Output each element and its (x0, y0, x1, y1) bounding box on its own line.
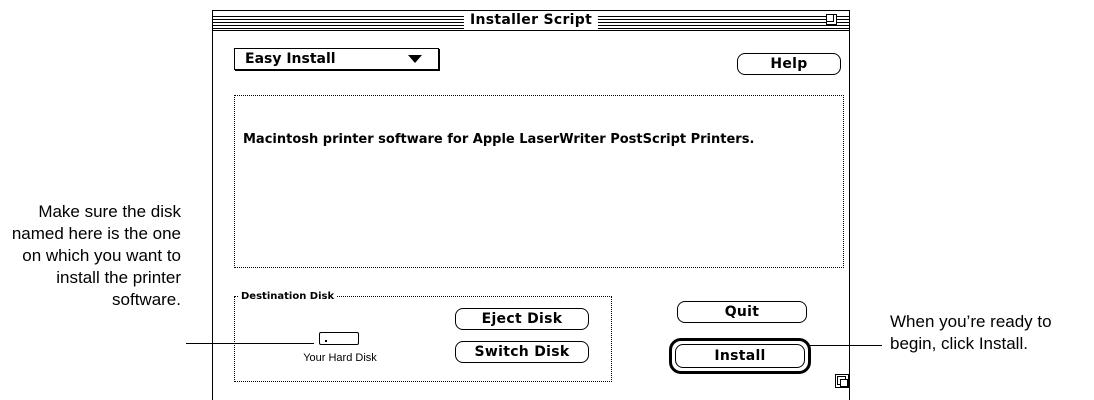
description-text: Macintosh printer software for Apple Las… (243, 132, 755, 147)
grow-box-icon[interactable] (835, 374, 849, 388)
title-bar[interactable]: Installer Script (213, 11, 849, 31)
description-panel: Macintosh printer software for Apple Las… (234, 95, 844, 268)
callout-leader-right (808, 345, 882, 346)
zoom-box-icon[interactable] (826, 14, 837, 25)
popup-selected-value: Easy Install (245, 51, 336, 67)
window-title: Installer Script (463, 12, 599, 29)
install-type-popup[interactable]: Easy Install (234, 48, 439, 70)
help-button[interactable]: Help (737, 53, 841, 75)
installer-window: Installer Script Easy Install Help Macin… (212, 10, 850, 400)
destination-disk-name: Your Hard Disk (303, 352, 377, 364)
install-button[interactable]: Install (675, 344, 805, 368)
quit-button[interactable]: Quit (677, 301, 807, 323)
install-default-ring: Install (669, 338, 811, 374)
eject-disk-button[interactable]: Eject Disk (455, 308, 589, 330)
popup-arrow-icon (408, 55, 422, 63)
callout-destination-disk: Make sure the disk named here is the one… (11, 202, 181, 309)
switch-disk-button[interactable]: Switch Disk (455, 341, 589, 363)
callout-leader-left (186, 343, 314, 344)
destination-disk-legend: Destination Disk (239, 291, 337, 303)
hard-disk-icon (319, 332, 359, 345)
callout-install: When you’re ready to begin, click Instal… (890, 312, 1052, 353)
